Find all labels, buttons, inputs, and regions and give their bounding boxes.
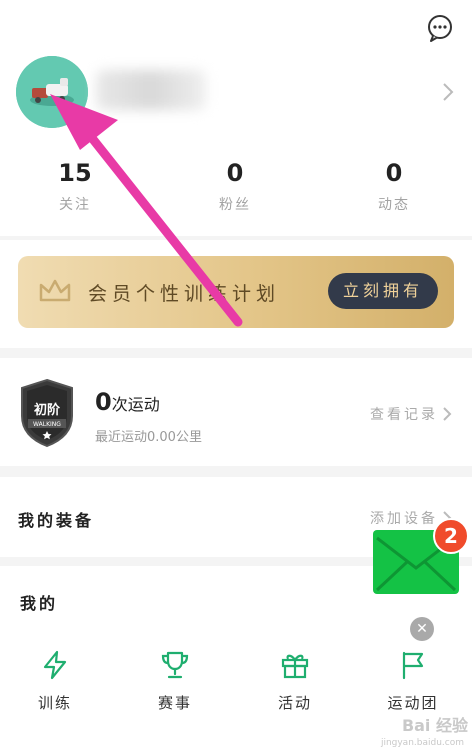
menu-item-events[interactable]: 赛事 [135, 650, 215, 713]
add-device-label: 添加设备 [370, 511, 438, 527]
menu-item-training[interactable]: 训练 [15, 650, 95, 713]
gift-icon [281, 654, 309, 679]
message-icon[interactable] [426, 14, 454, 42]
vip-banner[interactable]: 会员个性训练计划 立刻拥有 [18, 256, 454, 328]
username-blurred [96, 70, 206, 110]
followers-count: 0 [226, 159, 244, 187]
recent-exercise: 最近运动0.00公里 [95, 430, 202, 445]
followers-stat[interactable]: 0 粉丝 [175, 158, 295, 214]
chevron-right-icon[interactable] [442, 82, 454, 102]
mine-title: 我的 [20, 594, 59, 613]
badge-subtext: WALKING [33, 421, 61, 428]
menu-label-training: 训练 [37, 694, 72, 712]
avatar-image-icon [16, 56, 88, 128]
menu-label-activities: 活动 [277, 694, 312, 712]
equipment-title: 我的装备 [18, 511, 95, 530]
posts-count: 0 [385, 159, 403, 187]
posts-label: 动态 [378, 197, 410, 213]
badge-text: 初阶 [34, 402, 61, 418]
menu-item-sports-club[interactable]: 运动团 [373, 650, 453, 713]
watermark-logo: Bai 经验 [401, 716, 468, 735]
profile-section: 15 关注 0 粉丝 0 动态 [0, 0, 472, 236]
lightning-icon [43, 650, 67, 680]
view-records-link[interactable]: 查看记录 [370, 404, 452, 424]
view-records-label: 查看记录 [370, 407, 438, 423]
menu-label-events: 赛事 [157, 694, 192, 712]
vip-text: 会员个性训练计划 [88, 283, 281, 305]
avatar[interactable] [16, 56, 88, 128]
chevron-right-icon [443, 407, 452, 421]
vip-get-button[interactable]: 立刻拥有 [328, 273, 438, 309]
trophy-icon [161, 651, 189, 679]
close-float-button[interactable]: ✕ [410, 617, 434, 641]
menu-label-sports-club: 运动团 [387, 694, 439, 712]
exercise-section[interactable]: 初阶 WALKING 0次运动 最近运动0.00公里 查看记录 [0, 358, 472, 466]
exercise-count-number: 0 [95, 388, 112, 416]
posts-stat[interactable]: 0 动态 [334, 158, 454, 214]
exercise-count-suffix: 次运动 [111, 395, 160, 414]
level-badge-icon: 初阶 WALKING [21, 378, 73, 448]
crown-icon [39, 279, 71, 302]
followers-label: 粉丝 [219, 197, 251, 213]
following-stat[interactable]: 15 关注 [15, 158, 135, 214]
flag-icon [402, 651, 424, 680]
following-count: 15 [58, 159, 92, 187]
menu-item-activities[interactable]: 活动 [255, 650, 335, 713]
notification-badge: 2 [433, 518, 469, 554]
exercise-count: 0次运动 [95, 388, 160, 416]
following-label: 关注 [59, 197, 91, 213]
vip-section: 会员个性训练计划 立刻拥有 [0, 240, 472, 348]
mail-float-button[interactable]: 2 [373, 518, 469, 594]
watermark-url: jingyan.baidu.com [380, 738, 464, 748]
